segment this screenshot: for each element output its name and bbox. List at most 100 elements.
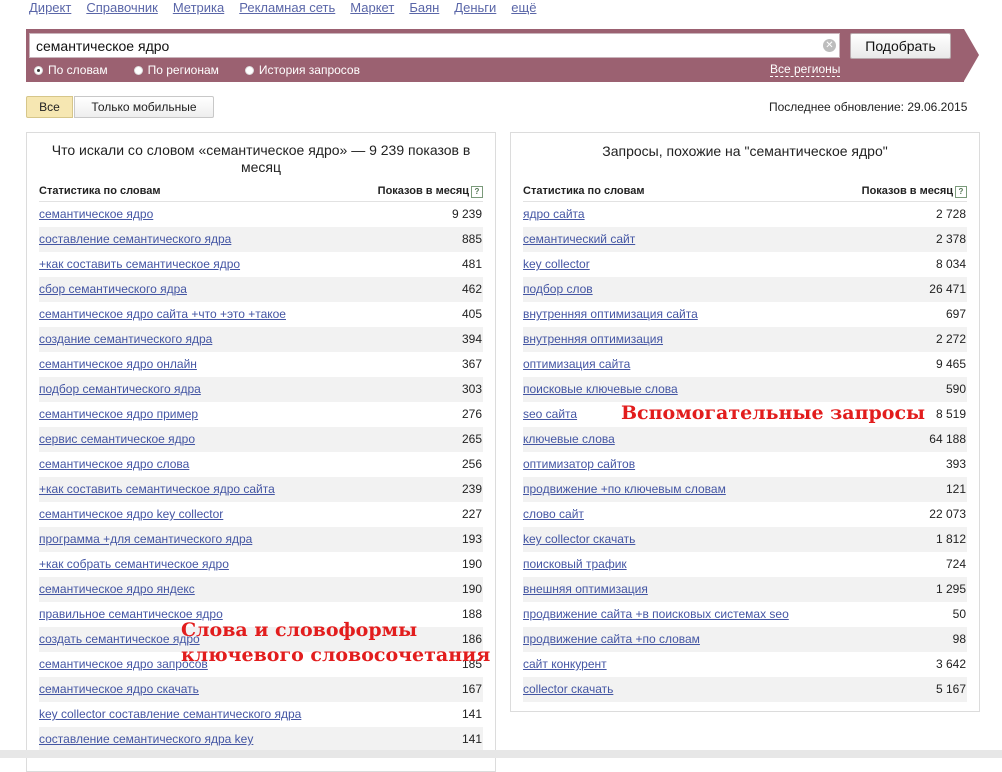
mode-by-regions[interactable]: По регионам <box>133 63 219 77</box>
help-icon[interactable]: ? <box>955 186 967 198</box>
shows-count: 141 <box>461 732 482 746</box>
table-row: семантическое ядро онлайн 367 <box>39 352 483 377</box>
table-row: семантическое ядро 9 239 <box>39 202 483 227</box>
radio-icon <box>244 65 254 75</box>
query-link[interactable]: семантическое ядро онлайн <box>39 352 197 377</box>
query-link[interactable]: key collector скачать <box>523 527 635 552</box>
query-link[interactable]: продвижение сайта +по словам <box>523 627 700 652</box>
query-link[interactable]: внешняя оптимизация <box>523 577 648 602</box>
query-link[interactable]: +как составить семантическое ядро <box>39 252 240 277</box>
query-link[interactable]: внутренняя оптимизация сайта <box>523 302 698 327</box>
nav-direct[interactable]: Директ <box>29 0 71 18</box>
col-words-header: Статистика по словам <box>523 185 645 197</box>
table-row: составление семантического ядра key 141 <box>39 727 483 752</box>
table-row: поисковые ключевые слова 590 <box>523 377 967 402</box>
query-link[interactable]: семантическое ядро пример <box>39 402 198 427</box>
help-icon[interactable]: ? <box>471 186 483 198</box>
query-link[interactable]: поисковые ключевые слова <box>523 377 678 402</box>
shows-count: 227 <box>461 507 482 521</box>
query-link[interactable]: +как составить семантическое ядро сайта <box>39 477 275 502</box>
nav-metrika[interactable]: Метрика <box>173 0 224 18</box>
query-link[interactable]: семантическое ядро сайта +что +это +тако… <box>39 302 286 327</box>
query-link[interactable]: семантическое ядро яндекс <box>39 577 195 602</box>
query-link[interactable]: сайт конкурент <box>523 652 607 677</box>
query-link[interactable]: key collector составление семантического… <box>39 702 301 727</box>
table-row: +как собрать семантическое ядро 190 <box>39 552 483 577</box>
shows-count: 190 <box>461 582 482 596</box>
query-link[interactable]: ядро сайта <box>523 202 585 227</box>
radio-selected-icon <box>34 65 43 75</box>
query-link[interactable]: составление семантического ядра <box>39 227 231 252</box>
table-row: key collector 8 034 <box>523 252 967 277</box>
nav-bayan[interactable]: Баян <box>409 0 439 18</box>
shows-count: 590 <box>945 382 966 396</box>
nav-market[interactable]: Маркет <box>350 0 394 18</box>
filter-all-button[interactable]: Все <box>26 96 73 118</box>
query-link[interactable]: продвижение сайта +в поисковых системах … <box>523 602 789 627</box>
query-link[interactable]: семантическое ядро <box>39 202 153 227</box>
word-stats-rows: семантическое ядро 9 239 составление семан… <box>39 202 483 752</box>
query-link[interactable]: оптимизация сайта <box>523 352 630 377</box>
col-shows-header: Показов в месяц <box>377 185 469 197</box>
table-row: семантический сайт 2 378 <box>523 227 967 252</box>
mode-label: История запросов <box>258 63 360 77</box>
query-link[interactable]: создать семантическое ядро <box>39 627 200 652</box>
query-link[interactable]: внутренняя оптимизация <box>523 327 663 352</box>
shows-count: 5 167 <box>935 682 966 696</box>
shows-count: 405 <box>461 307 482 321</box>
shows-count: 8 519 <box>935 407 966 421</box>
nav-directory[interactable]: Справочник <box>86 0 158 18</box>
search-mode-group: По словам По регионам История запросов <box>34 63 386 77</box>
table-header: Статистика по словам Показов в месяц ? <box>523 185 967 202</box>
query-link[interactable]: подбор слов <box>523 277 593 302</box>
submit-button[interactable]: Подобрать <box>850 33 951 59</box>
similar-queries-title: Запросы, похожие на "семантическое ядро" <box>602 143 888 159</box>
filter-mobile-button[interactable]: Только мобильные <box>74 96 214 118</box>
shows-count: 167 <box>461 682 482 696</box>
query-link[interactable]: программа +для семантического ядра <box>39 527 252 552</box>
horizontal-scrollbar[interactable] <box>0 750 1002 758</box>
table-row: ключевые слова 64 188 <box>523 427 967 452</box>
table-row: продвижение сайта +в поисковых системах … <box>523 602 967 627</box>
query-link[interactable]: семантическое ядро слова <box>39 452 189 477</box>
nav-more[interactable]: ещё <box>511 0 536 18</box>
all-regions-link[interactable]: Все регионы <box>770 63 841 77</box>
query-link[interactable]: seo сайта <box>523 402 577 427</box>
mode-by-words[interactable]: По словам <box>34 63 108 77</box>
table-row: подбор слов 26 471 <box>523 277 967 302</box>
table-row: поисковый трафик 724 <box>523 552 967 577</box>
mode-history[interactable]: История запросов <box>244 63 360 77</box>
shows-count: 1 295 <box>935 582 966 596</box>
shows-count: 193 <box>461 532 482 546</box>
clear-icon[interactable]: ✕ <box>823 39 836 52</box>
query-link[interactable]: подбор семантического ядра <box>39 377 201 402</box>
query-link[interactable]: оптимизатор сайтов <box>523 452 635 477</box>
shows-count: 22 073 <box>929 507 966 521</box>
query-link[interactable]: сервис семантическое ядро <box>39 427 195 452</box>
query-link[interactable]: семантическое ядро скачать <box>39 677 199 702</box>
query-link[interactable]: семантический сайт <box>523 227 635 252</box>
query-link[interactable]: сбор семантического ядра <box>39 277 187 302</box>
search-input[interactable] <box>29 33 840 58</box>
query-link[interactable]: collector скачать <box>523 677 613 702</box>
shows-count: 2 378 <box>935 232 966 246</box>
query-link[interactable]: продвижение +по ключевым словам <box>523 477 726 502</box>
nav-ad-network[interactable]: Рекламная сеть <box>239 0 335 18</box>
nav-money[interactable]: Деньги <box>454 0 496 18</box>
table-row: оптимизация сайта 9 465 <box>523 352 967 377</box>
table-row: key collector скачать 1 812 <box>523 527 967 552</box>
query-link[interactable]: составление семантического ядра key <box>39 727 253 752</box>
query-link[interactable]: +как собрать семантическое ядро <box>39 552 229 577</box>
query-link[interactable]: поисковый трафик <box>523 552 627 577</box>
shows-count: 697 <box>945 307 966 321</box>
shows-count: 50 <box>952 607 966 621</box>
shows-count: 64 188 <box>929 432 966 446</box>
query-link[interactable]: создание семантического ядра <box>39 327 212 352</box>
shows-count: 141 <box>461 707 482 721</box>
query-link[interactable]: слово сайт <box>523 502 584 527</box>
query-link[interactable]: ключевые слова <box>523 427 615 452</box>
query-link[interactable]: key collector <box>523 252 590 277</box>
shows-count: 239 <box>461 482 482 496</box>
word-stats-panel: Что искали со словом «семантическое ядро… <box>26 132 496 772</box>
query-link[interactable]: семантическое ядро key collector <box>39 502 223 527</box>
